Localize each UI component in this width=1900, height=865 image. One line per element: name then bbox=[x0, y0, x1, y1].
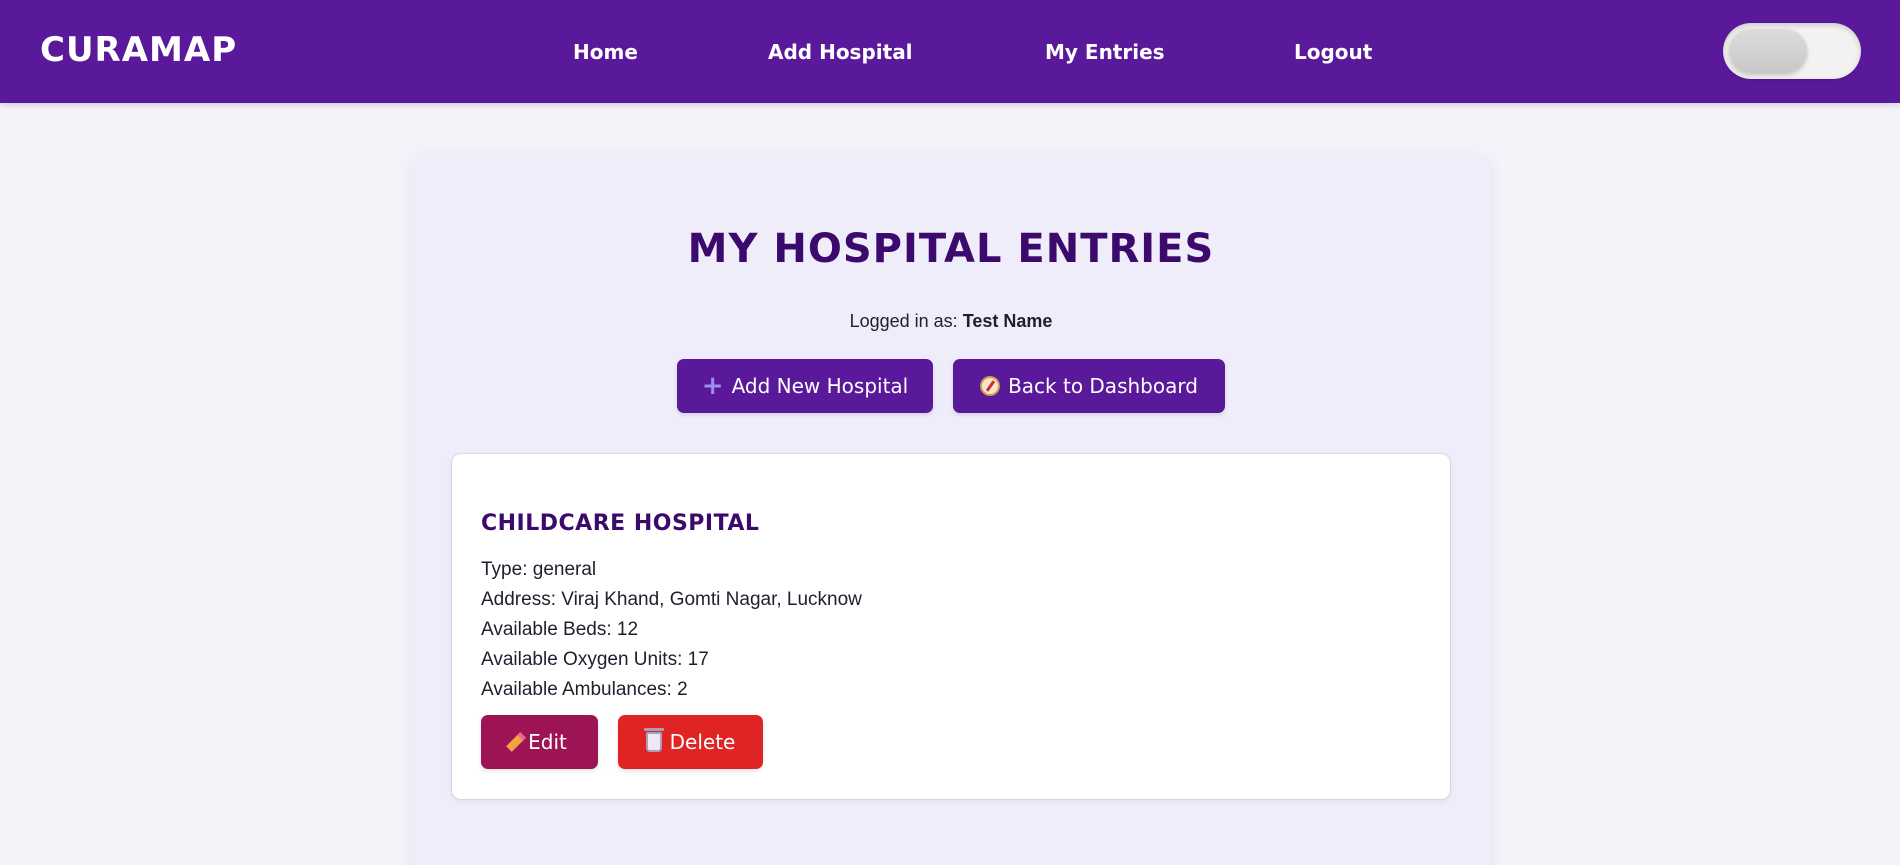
available-ambulances: Available Ambulances: 2 bbox=[481, 679, 688, 700]
hospital-address: Address: Viraj Khand, Gomti Nagar, Luckn… bbox=[481, 589, 862, 610]
edit-label: Edit bbox=[528, 730, 567, 754]
hospital-type: Type: general bbox=[481, 559, 597, 580]
logged-in-status: Logged in as: Test Name bbox=[411, 311, 1491, 332]
page-title: MY HOSPITAL ENTRIES bbox=[687, 226, 1215, 272]
trash-icon bbox=[643, 728, 664, 752]
compass-icon bbox=[980, 376, 1001, 396]
available-oxygen-units: Available Oxygen Units: 17 bbox=[481, 649, 709, 670]
back-to-dashboard-button[interactable]: Back to Dashboard bbox=[953, 359, 1225, 413]
toggle-knob bbox=[1729, 29, 1807, 73]
hospital-entry-card: CHILDCARE HOSPITAL Type: general Address… bbox=[451, 453, 1451, 800]
edit-button[interactable]: Edit bbox=[481, 715, 598, 769]
pencil-icon bbox=[506, 732, 527, 752]
available-beds: Available Beds: 12 bbox=[481, 619, 639, 640]
brand-logo[interactable]: CURAMAP bbox=[40, 30, 237, 70]
nav-link-add-hospital[interactable]: Add Hospital bbox=[768, 40, 913, 64]
nav-link-my-entries[interactable]: My Entries bbox=[1045, 40, 1165, 64]
top-navbar: CURAMAP Home Add Hospital My Entries Log… bbox=[0, 0, 1900, 103]
add-new-hospital-button[interactable]: + Add New Hospital bbox=[677, 359, 933, 413]
entries-panel: MY HOSPITAL ENTRIES Logged in as: Test N… bbox=[411, 153, 1491, 865]
theme-toggle[interactable] bbox=[1723, 23, 1861, 79]
nav-link-logout[interactable]: Logout bbox=[1294, 40, 1372, 64]
back-to-dashboard-label: Back to Dashboard bbox=[1008, 374, 1198, 398]
logged-in-label: Logged in as: bbox=[849, 311, 958, 331]
delete-label: Delete bbox=[669, 730, 736, 754]
user-name: Test Name bbox=[962, 311, 1053, 331]
nav-link-home[interactable]: Home bbox=[573, 40, 638, 64]
plus-icon: + bbox=[701, 371, 724, 401]
delete-button[interactable]: Delete bbox=[618, 715, 763, 769]
hospital-name: CHILDCARE HOSPITAL bbox=[481, 511, 760, 536]
add-new-hospital-label: Add New Hospital bbox=[731, 374, 909, 398]
